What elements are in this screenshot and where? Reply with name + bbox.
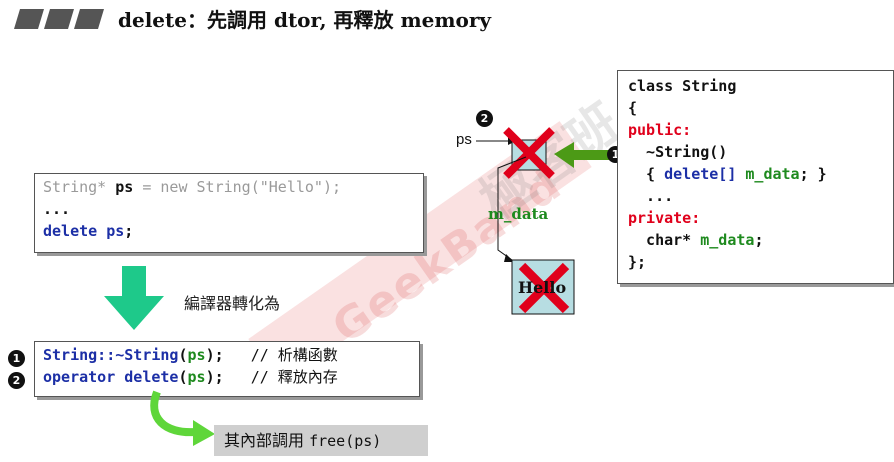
code-token: String::~String xyxy=(43,346,179,364)
step-1-badge: 1 xyxy=(8,350,25,367)
hello-string-text: Hello xyxy=(518,278,567,297)
code-block-expansion: String::~String(ps); // 析構函數 operator de… xyxy=(34,341,420,397)
code-block-class-string: class String { public: ~String() { delet… xyxy=(617,70,894,284)
code-block-usage: String* ps = new String("Hello"); ... de… xyxy=(34,173,424,253)
curved-arrow-icon xyxy=(150,390,215,446)
page-title: delete：先調用 dtor, 再釋放 memory xyxy=(118,8,492,32)
code-token: ps xyxy=(187,346,206,364)
step-2-badge: 2 xyxy=(8,372,25,389)
code-token: ( xyxy=(178,346,188,364)
code-token: ( xyxy=(178,368,188,386)
code-token: class String xyxy=(628,77,737,95)
free-call-code: free(ps) xyxy=(309,432,382,450)
code-token: delete[] xyxy=(664,165,737,183)
code-token: { xyxy=(628,99,638,117)
code-token: ... xyxy=(43,200,71,218)
code-comment: // 析構函數 xyxy=(223,346,338,364)
free-call-label: 其內部調用 free(ps) xyxy=(214,425,428,456)
code-token: ps xyxy=(187,368,206,386)
code-token: ... xyxy=(628,187,674,205)
code-token: private: xyxy=(628,209,701,227)
code-token: char* xyxy=(628,231,701,249)
code-token: public: xyxy=(628,121,692,139)
convert-label: 編譯器轉化為 xyxy=(184,294,281,313)
free-call-text: 其內部調用 xyxy=(224,431,310,450)
code-token: delete xyxy=(43,222,107,240)
code-token: = new String("Hello"); xyxy=(133,178,342,196)
code-token: ); xyxy=(205,346,224,364)
code-token: ~String() xyxy=(628,143,728,161)
down-arrow-icon xyxy=(104,266,164,330)
m-data-label: m_data xyxy=(488,205,549,223)
code-comment: // 釋放內存 xyxy=(223,368,338,386)
code-token: String* xyxy=(43,178,116,196)
code-token: ; } xyxy=(799,165,827,183)
code-token: ps xyxy=(106,222,125,240)
code-token: ; xyxy=(124,222,134,240)
code-token: }; xyxy=(628,253,647,271)
code-token: m_data xyxy=(700,231,755,249)
code-token: ; xyxy=(754,231,764,249)
code-token: { xyxy=(628,165,665,183)
code-token: ); xyxy=(205,368,224,386)
code-token: m_data xyxy=(745,165,800,183)
code-token: ps xyxy=(115,178,134,196)
title-decoration-bars xyxy=(14,9,104,29)
code-token: operator delete xyxy=(43,368,179,386)
